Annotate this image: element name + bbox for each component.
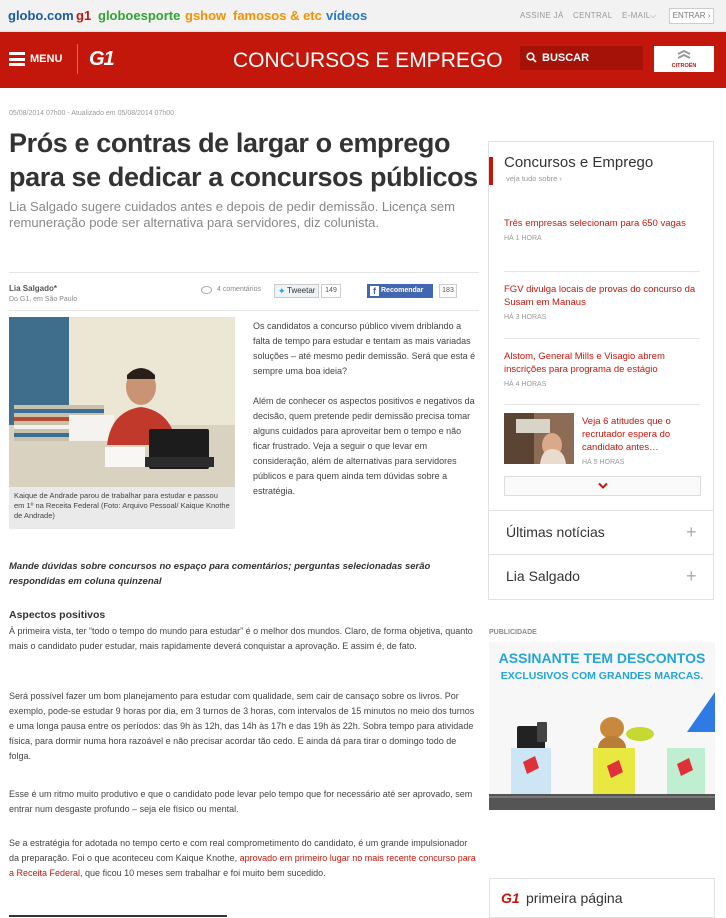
lead-paragraph-2: Além de conhecer os aspectos positivos e…: [253, 396, 475, 496]
header-divider: [77, 44, 78, 74]
sidebar-news-item[interactable]: Alstom, General Mills e Visagio abrem in…: [504, 350, 704, 388]
facebook-recommend-button[interactable]: f Recomendar: [367, 284, 433, 298]
news-time: HÁ 5 HORAS: [582, 459, 625, 466]
email-link[interactable]: E-MAIL: [622, 11, 650, 20]
author-name[interactable]: Lia Salgado*: [9, 284, 57, 293]
brand-globo[interactable]: globo.com: [8, 8, 74, 23]
tweet-button[interactable]: ✦ Tweetar: [274, 284, 319, 298]
ad-subheadline: EXCLUSIVOS COM GRANDES MARCAS.: [500, 670, 704, 682]
ad-illustration: [489, 692, 715, 810]
plus-icon[interactable]: +: [686, 522, 697, 543]
divider: [504, 271, 700, 272]
photo-caption: Kaique de Andrade parou de trabalhar par…: [9, 487, 235, 529]
author-toggle[interactable]: Lia Salgado: [506, 568, 580, 584]
body-paragraph-4: Se a estratégia for adotada no tempo cer…: [9, 836, 479, 881]
plus-icon[interactable]: +: [686, 566, 697, 587]
latest-news-toggle[interactable]: Últimas notícias: [506, 524, 605, 540]
divider: [9, 310, 479, 311]
article-lead: Os candidatos a concurso público vivem d…: [253, 319, 478, 499]
news-time: HÁ 3 HORAS: [504, 314, 547, 321]
article-title: Prós e contras de largar o emprego para …: [9, 128, 478, 192]
article-subtitle: Lia Salgado sugere cuidados antes e depo…: [9, 199, 455, 230]
advertisement[interactable]: ASSINANTE TEM DESCONTOS EXCLUSIVOS COM G…: [489, 642, 715, 810]
next-section-rule: [9, 915, 227, 917]
widget-accent: [489, 157, 493, 185]
p4-text-end: , que ficou 10 meses sem trabalhar e foi…: [80, 868, 326, 878]
news-title[interactable]: Alstom, General Mills e Visagio abrem in…: [504, 350, 704, 376]
assine-link[interactable]: ASSINE JÁ: [520, 11, 564, 20]
sidebar-news-item[interactable]: Três empresas selecionam para 650 vagas …: [504, 217, 704, 242]
g1-logo[interactable]: G1: [89, 48, 115, 71]
article-date: 05/08/2014 07h00 - Atualizado em 05/08/2…: [9, 110, 175, 117]
divider: [504, 338, 700, 339]
body-paragraph-3: Esse é um ritmo muito produtivo e que o …: [9, 789, 473, 814]
widget-title[interactable]: Concursos e Emprego: [504, 154, 653, 171]
divider: [504, 404, 700, 405]
load-more-button[interactable]: [504, 476, 701, 496]
twitter-bird-icon: ✦: [278, 286, 286, 296]
brand-videos[interactable]: vídeos: [326, 8, 367, 23]
sidebar-news-item[interactable]: FGV divulga locais de provas do concurso…: [504, 283, 704, 321]
facebook-label: Recomendar: [381, 287, 424, 294]
front-page-label: primeira página: [526, 890, 623, 906]
sponsor-name: CITROËN: [671, 63, 697, 69]
central-link[interactable]: CENTRAL: [573, 11, 612, 20]
sidebar-widget: Concursos e Emprego veja tudo sobre › Tr…: [488, 141, 714, 600]
photo-illustration: [9, 317, 235, 487]
chevron-down-icon: [598, 482, 608, 489]
author-location: Do G1, em São Paulo: [9, 296, 78, 303]
news-title[interactable]: FGV divulga locais de provas do concurso…: [504, 283, 704, 309]
body-paragraph-1: À primeira vista, ter “todo o tempo do m…: [9, 626, 473, 651]
comments-link[interactable]: 4 comentários: [217, 286, 261, 293]
search-button[interactable]: BUSCAR: [520, 46, 643, 70]
section-title[interactable]: CONCURSOS E EMPREGO: [233, 49, 503, 73]
tweet-label: Tweetar: [287, 286, 316, 295]
facebook-count: 183: [439, 284, 457, 298]
menu-button[interactable]: MENU: [30, 53, 62, 65]
news-title[interactable]: Veja 6 atitudes que o recrutador espera …: [582, 415, 700, 454]
divider: [489, 510, 713, 511]
article-photo[interactable]: [9, 317, 235, 487]
lead-paragraph-1: Os candidatos a concurso público vivem d…: [253, 321, 476, 376]
sponsor-logo[interactable]: CITROËN: [654, 46, 714, 72]
news-time: HÁ 4 HORAS: [504, 381, 547, 388]
ad-label: PUBLICIDADE: [489, 629, 537, 636]
ad-headline: ASSINANTE TEM DESCONTOS: [498, 650, 706, 666]
g1-small-logo: G1: [501, 890, 520, 906]
thumbnail-illustration: [504, 413, 574, 464]
globo-topbar: globo.com g1 globoesporte gshow famosos …: [0, 0, 726, 32]
body-paragraph-2: Será possível fazer um bom planejamento …: [9, 691, 475, 761]
divider: [489, 554, 713, 555]
hamburger-icon[interactable]: [9, 52, 25, 66]
search-icon: [526, 52, 537, 63]
login-button[interactable]: ENTRAR ›: [669, 8, 714, 24]
section-subheading: Aspectos positivos: [9, 609, 106, 621]
see-all-link[interactable]: veja tudo sobre ›: [506, 174, 562, 183]
facebook-icon: f: [370, 286, 379, 296]
comment-icon[interactable]: [201, 286, 212, 295]
divider: [9, 272, 479, 273]
brand-gshow[interactable]: gshow: [185, 8, 226, 23]
sidebar-news-item[interactable]: Veja 6 atitudes que o recrutador espera …: [582, 415, 700, 466]
news-title[interactable]: Três empresas selecionam para 650 vagas: [504, 217, 704, 230]
news-time: HÁ 1 HORA: [504, 235, 542, 242]
front-page-widget[interactable]: G1 primeira página: [489, 878, 715, 918]
brand-globoesporte[interactable]: globoesporte: [98, 8, 180, 23]
tweet-count: 149: [321, 284, 341, 298]
call-to-action: Mande dúvidas sobre concursos no espaço …: [9, 561, 431, 587]
email-chevron-icon[interactable]: ⌵: [650, 11, 656, 21]
login-label: ENTRAR: [672, 11, 706, 20]
search-label: BUSCAR: [542, 52, 590, 64]
brand-famosos[interactable]: famosos & etc: [233, 8, 322, 23]
news-thumbnail[interactable]: [504, 413, 574, 464]
brand-g1[interactable]: g1: [76, 8, 91, 23]
